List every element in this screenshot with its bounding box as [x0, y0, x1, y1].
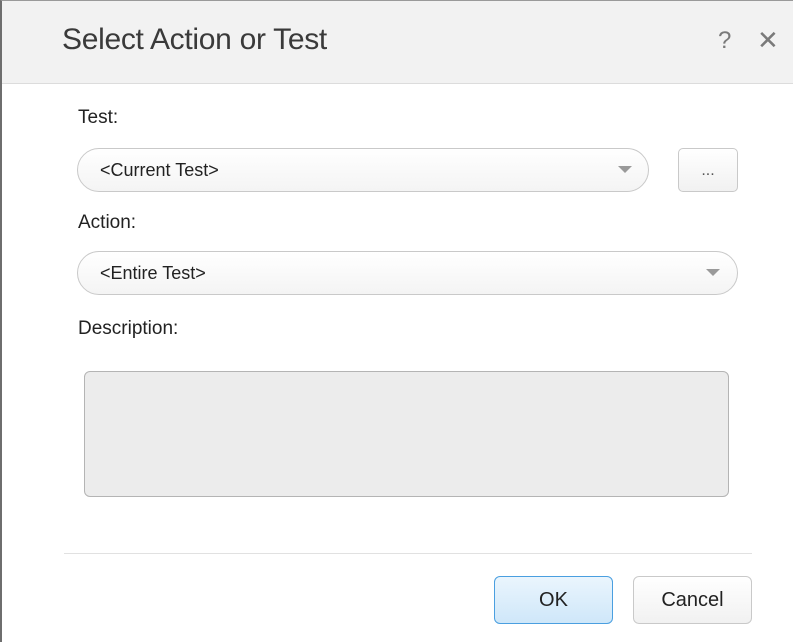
action-dropdown-value: <Entire Test> [100, 263, 206, 283]
test-label: Test: [78, 107, 119, 128]
footer-divider [64, 553, 752, 554]
chevron-down-icon [618, 166, 632, 173]
action-label: Action: [78, 212, 137, 233]
test-dropdown[interactable]: <Current Test> [77, 148, 649, 192]
dialog-title: Select Action or Test [62, 23, 327, 56]
help-icon[interactable]: ? [718, 27, 731, 55]
test-dropdown-value: <Current Test> [100, 160, 219, 180]
action-dropdown[interactable]: <Entire Test> [77, 251, 738, 295]
chevron-down-icon [706, 269, 720, 276]
dialog-titlebar[interactable]: Select Action or Test ? ✕ [2, 1, 793, 84]
description-label: Description: [78, 318, 179, 339]
select-action-dialog: Select Action or Test ? ✕ Test: <Current… [0, 0, 793, 642]
ok-button[interactable]: OK [494, 576, 613, 624]
description-field [84, 371, 729, 497]
browse-test-button[interactable]: ... [678, 148, 738, 192]
close-icon[interactable]: ✕ [757, 25, 779, 56]
cancel-button[interactable]: Cancel [633, 576, 752, 624]
